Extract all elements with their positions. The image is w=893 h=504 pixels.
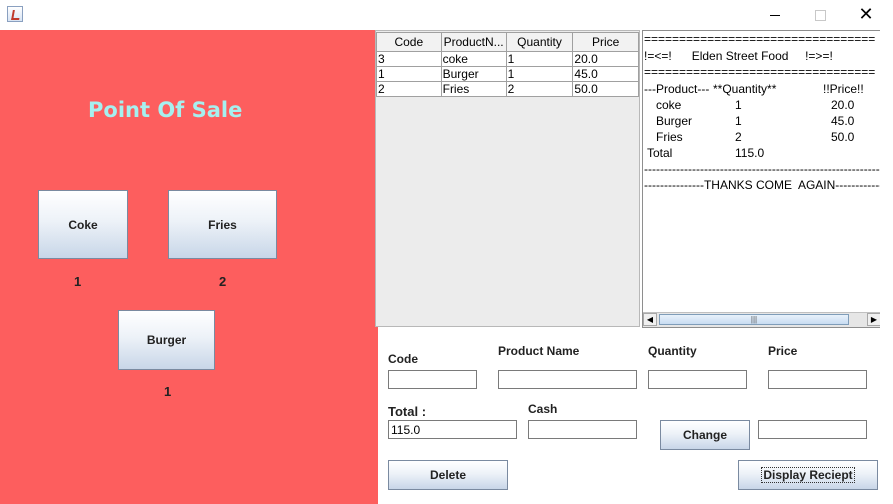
fries-button[interactable]: Fries <box>168 190 277 259</box>
cell-quantity[interactable]: 1 <box>505 66 574 82</box>
cash-label: Cash <box>528 402 558 416</box>
column-header-product-name[interactable]: ProductN... <box>440 32 507 52</box>
column-header-price[interactable]: Price <box>572 32 639 52</box>
receipt-text-area[interactable]: ================================= !=<=! … <box>642 30 882 328</box>
receipt-separator: ================================= <box>644 65 876 79</box>
quantity-label: Quantity <box>648 344 697 358</box>
cell-code[interactable]: 2 <box>376 81 442 97</box>
change-button[interactable]: Change <box>660 420 750 450</box>
receipt-header-quantity: **Quantity** <box>713 82 777 96</box>
receipt-total-label: Total <box>647 146 673 160</box>
receipt-thanks-line: ---------------THANKS COME AGAIN--------… <box>644 178 882 192</box>
window-title-bar[interactable]: ✕ <box>0 0 893 30</box>
table-header-row: Code ProductN... Quantity Price <box>376 32 639 52</box>
product-panel: Point Of Sale Coke 1 Fries 2 Burger 1 <box>0 30 378 504</box>
java-app-icon <box>7 6 23 22</box>
page-title: Point Of Sale <box>88 98 243 122</box>
receipt-dash-line: ----------------------------------------… <box>644 162 882 176</box>
entry-form: Code Product Name Quantity Price Total :… <box>378 328 893 504</box>
cell-quantity[interactable]: 2 <box>505 81 574 97</box>
table-row[interactable]: 1 Burger 1 45.0 <box>376 66 639 82</box>
receipt-item-price: 45.0 <box>831 114 855 128</box>
change-field[interactable] <box>758 420 867 439</box>
receipt-header-product: ---Product--- <box>644 82 710 96</box>
minimize-icon[interactable] <box>752 0 798 30</box>
total-label: Total : <box>388 404 427 419</box>
receipt-item-price: 20.0 <box>831 98 855 112</box>
receipt-item-name: Burger <box>656 114 693 128</box>
receipt-total-value: 115.0 <box>735 146 765 160</box>
receipt-header-price: !!Price!! <box>823 82 864 96</box>
cell-product[interactable]: coke <box>440 51 507 67</box>
cell-code[interactable]: 1 <box>376 66 442 82</box>
receipt-separator: ================================= <box>644 32 876 46</box>
cell-price[interactable]: 20.0 <box>572 51 639 67</box>
burger-count: 1 <box>164 384 172 399</box>
cell-product[interactable]: Fries <box>440 81 507 97</box>
price-field[interactable] <box>768 370 867 389</box>
product-name-label: Product Name <box>498 344 580 358</box>
cell-code[interactable]: 3 <box>376 51 442 67</box>
coke-count: 1 <box>74 274 82 289</box>
display-receipt-button[interactable]: Display Reciept <box>738 460 878 490</box>
table-row[interactable]: 3 coke 1 20.0 <box>376 51 639 67</box>
close-icon[interactable]: ✕ <box>843 0 889 30</box>
cash-field[interactable] <box>528 420 637 439</box>
cell-quantity[interactable]: 1 <box>505 51 574 67</box>
scroll-left-icon[interactable]: ◀ <box>643 313 657 326</box>
price-label: Price <box>768 344 798 358</box>
column-header-quantity[interactable]: Quantity <box>505 32 574 52</box>
scroll-thumb[interactable]: ||| <box>659 314 849 325</box>
receipt-item-qty: 1 <box>735 114 742 128</box>
receipt-item-qty: 1 <box>735 98 742 112</box>
delete-button[interactable]: Delete <box>388 460 508 490</box>
receipt-item-price: 50.0 <box>831 130 855 144</box>
receipt-shop-name: !=<=! Elden Street Food !=>=! <box>644 49 833 63</box>
receipt-item-name: Fries <box>656 130 683 144</box>
order-table[interactable]: Code ProductN... Quantity Price 3 coke 1… <box>375 30 640 327</box>
receipt-item-name: coke <box>656 98 682 112</box>
display-receipt-label: Display Reciept <box>761 467 855 483</box>
product-name-field[interactable] <box>498 370 637 389</box>
receipt-item-qty: 2 <box>735 130 742 144</box>
coke-button[interactable]: Coke <box>38 190 128 259</box>
quantity-field[interactable] <box>648 370 747 389</box>
burger-button[interactable]: Burger <box>118 310 215 370</box>
scroll-right-icon[interactable]: ▶ <box>867 313 881 326</box>
fries-count: 2 <box>219 274 227 289</box>
horizontal-scrollbar[interactable]: ◀ ||| ▶ <box>643 312 881 327</box>
maximize-icon[interactable] <box>797 0 843 30</box>
cell-product[interactable]: Burger <box>440 66 507 82</box>
cell-price[interactable]: 45.0 <box>572 66 639 82</box>
cell-price[interactable]: 50.0 <box>572 81 639 97</box>
code-field[interactable] <box>388 370 477 389</box>
code-label: Code <box>388 352 418 366</box>
column-header-code[interactable]: Code <box>376 32 442 52</box>
total-field[interactable] <box>388 420 517 439</box>
table-row[interactable]: 2 Fries 2 50.0 <box>376 81 639 97</box>
